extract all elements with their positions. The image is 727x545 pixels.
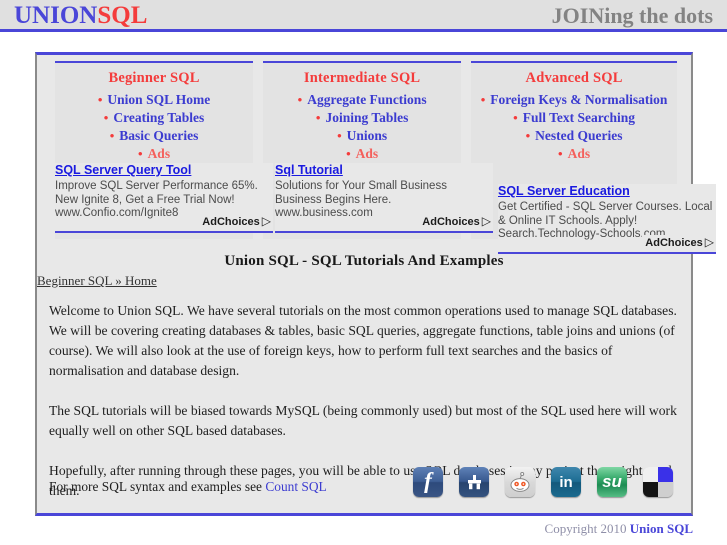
adchoices-button[interactable]: AdChoices ▷ [419, 214, 491, 228]
delicious-glyph [459, 467, 489, 497]
footer-note: For more SQL syntax and examples see Cou… [49, 479, 327, 495]
reddit-glyph [505, 467, 535, 497]
breadcrumb[interactable]: Beginner SQL » Home [37, 273, 157, 289]
facebook-icon[interactable]: f [413, 467, 443, 497]
windows-quadrant-2 [658, 467, 673, 482]
nav-item-creating-tables[interactable]: • Creating Tables [55, 109, 253, 127]
nav-item-joining-tables[interactable]: • Joining Tables [263, 109, 461, 127]
windows-quadrant-3 [643, 482, 658, 497]
nav-item-ads[interactable]: • Ads [263, 145, 461, 163]
nav-item-label: Joining Tables [325, 110, 409, 125]
ad-description: Get Certified - SQL Server Courses. Loca… [498, 201, 713, 227]
adchoices-triangle-icon: ▷ [261, 214, 271, 228]
adchoices-triangle-icon: ▷ [481, 214, 491, 228]
bullet-icon: • [297, 92, 303, 107]
bullet-icon: • [97, 92, 103, 107]
ad-description: Improve SQL Server Performance 65%. New … [55, 180, 258, 206]
nav-item-label: Basic Queries [119, 128, 199, 143]
ad-title[interactable]: Sql Tutorial [275, 163, 493, 178]
nav-item-nested-queries[interactable]: • Nested Queries [471, 127, 677, 145]
nav-item-label: Nested Queries [535, 128, 623, 143]
site-tagline: JOINing the dots [551, 3, 713, 28]
nav-item-label: Foreign Keys & Normalisation [490, 92, 668, 107]
linkedin-glyph: in [559, 473, 573, 491]
nav-list-advanced: • Foreign Keys & Normalisation • Full Text… [471, 91, 677, 163]
nav-item-label: Ads [355, 146, 379, 161]
nav-item-basic-queries[interactable]: • Basic Queries [55, 127, 253, 145]
nav-item-full-text-searching[interactable]: • Full Text Searching [471, 109, 677, 127]
copyright-text: Copyright 2010 [544, 521, 630, 536]
bullet-icon: • [480, 92, 486, 107]
stumbleupon-icon[interactable]: su [597, 467, 627, 497]
ad-block-1[interactable]: SQL Server Query Tool Improve SQL Server… [55, 163, 273, 233]
nav-list-intermediate: • Aggregate Functions • Joining Tables • Un… [263, 91, 461, 163]
footer-strip: For more SQL syntax and examples see Cou… [49, 465, 683, 505]
nav-item-aggregate-functions[interactable]: • Aggregate Functions [263, 91, 461, 109]
nav-item-foreign-keys-normalisation[interactable]: • Foreign Keys & Normalisation [471, 91, 677, 109]
nav-item-label: Ads [567, 146, 591, 161]
ad-title[interactable]: SQL Server Education [498, 184, 716, 199]
ad-description: Solutions for Your Small Business Busine… [275, 180, 447, 206]
adchoices-button[interactable]: AdChoices ▷ [199, 214, 271, 228]
site-header: UNIONSQL JOINing the dots [0, 0, 727, 32]
nav-item-ads[interactable]: • Ads [471, 145, 677, 163]
page-title: Union SQL - SQL Tutorials And Examples [224, 253, 504, 269]
adchoices-label: AdChoices [422, 216, 480, 228]
nav-item-ads[interactable]: • Ads [55, 145, 253, 163]
nav-item-label: Aggregate Functions [307, 92, 427, 107]
nav-item-label: Ads [147, 146, 171, 161]
adchoices-label: AdChoices [645, 237, 703, 249]
bullet-icon: • [346, 146, 351, 161]
nav-list-beginner: • Union SQL Home • Creating Tables • Basic … [55, 91, 253, 163]
adchoices-label: AdChoices [202, 216, 260, 228]
reddit-icon[interactable] [505, 467, 535, 497]
bullet-icon: • [138, 146, 143, 161]
nav-item-unions[interactable]: • Unions [263, 127, 461, 145]
nav-title-intermediate: Intermediate SQL [303, 70, 421, 86]
linkedin-icon[interactable]: in [551, 467, 581, 497]
ad-blocks: SQL Server Query Tool Improve SQL Server… [55, 163, 716, 254]
copyright: Copyright 2010 Union SQL [545, 521, 693, 537]
paragraph-2: The SQL tutorials will be biased towards… [49, 403, 677, 438]
nav-item-label: Union SQL Home [107, 92, 211, 107]
content-container: Beginner SQL • Union SQL Home • Creating T… [35, 52, 716, 516]
footer-note-prefix: For more SQL syntax and examples see [49, 479, 266, 494]
ad-block-3[interactable]: SQL Server Education Get Certified - SQL… [498, 184, 716, 254]
adchoices-button[interactable]: AdChoices ▷ [642, 235, 714, 249]
logo-sql-text: SQL [97, 2, 148, 29]
nav-item-label: Full Text Searching [522, 110, 635, 125]
bullet-icon: • [103, 110, 109, 125]
nav-title-advanced: Advanced SQL [525, 70, 623, 86]
windows-quadrant-1 [643, 467, 658, 482]
facebook-glyph: f [424, 468, 432, 493]
bullet-icon: • [558, 146, 563, 161]
nav-title-beginner: Beginner SQL [108, 70, 200, 86]
paragraph-1: Welcome to Union SQL. We have several tu… [49, 303, 677, 378]
site-logo[interactable]: UNIONSQL [14, 2, 147, 30]
nav-item-label: Creating Tables [113, 110, 205, 125]
nav-item-label: Unions [346, 128, 388, 143]
bullet-icon: • [109, 128, 115, 143]
ad-title[interactable]: SQL Server Query Tool [55, 163, 273, 178]
social-links: f in su [413, 467, 673, 497]
logo-union-text: UNION [14, 2, 98, 29]
bullet-icon: • [337, 128, 342, 143]
stumbleupon-glyph: su [602, 472, 622, 491]
windows-live-icon[interactable] [643, 467, 673, 497]
windows-quadrant-4 [658, 482, 673, 497]
adchoices-triangle-icon: ▷ [704, 235, 714, 249]
copyright-brand[interactable]: Union SQL [630, 521, 693, 536]
bullet-icon: • [315, 110, 321, 125]
delicious-icon[interactable] [459, 467, 489, 497]
bullet-icon: • [525, 128, 531, 143]
bullet-icon: • [513, 110, 518, 125]
count-sql-link[interactable]: Count SQL [265, 479, 326, 494]
nav-item-union-sql-home[interactable]: • Union SQL Home [55, 91, 253, 109]
ad-block-2[interactable]: Sql Tutorial Solutions for Your Small Bu… [275, 163, 493, 233]
